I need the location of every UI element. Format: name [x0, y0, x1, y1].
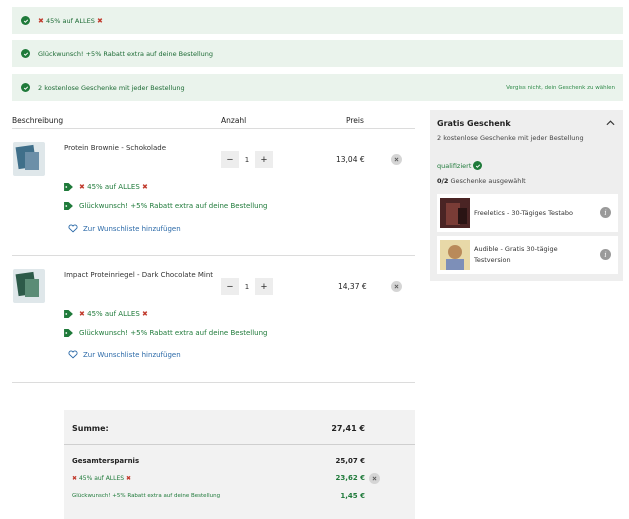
gift-icon: ✖	[142, 183, 148, 191]
savings-label: Gesamtersparnis	[72, 457, 140, 465]
promo-text: Glückwunsch! +5% Rabatt extra auf deine …	[79, 329, 268, 337]
promo-text: 45% auf ALLES	[87, 183, 140, 191]
selected-text: Geschenke ausgewählt	[450, 177, 526, 185]
check-circle-icon	[21, 16, 30, 25]
gift-option-name: Freeletics - 30-Tägiges Testabo	[474, 208, 574, 217]
gift-option-audible[interactable]: Audible - Gratis 30-tägige Testversion i	[437, 236, 618, 274]
decrease-quantity-button[interactable]: −	[221, 151, 239, 168]
gift-icon: ✖	[126, 474, 132, 482]
total-row: Summe: 27,41 €	[72, 422, 365, 434]
gift-icon: ✖	[38, 16, 44, 25]
free-gift-panel: Gratis Geschenk 2 kostenlose Geschenke m…	[430, 110, 623, 281]
discount-row: Glückwunsch! +5% Rabatt extra auf deine …	[72, 491, 365, 501]
gifts-selected-count: 0/2 Geschenke ausgewählt	[437, 177, 526, 185]
discount-label: Glückwunsch! +5% Rabatt extra auf deine …	[72, 493, 221, 499]
qualified-status: qualifiziert	[437, 161, 483, 170]
increase-quantity-button[interactable]: +	[255, 151, 273, 168]
item-price: 14,37 €	[338, 282, 367, 291]
total-value: 27,41 €	[331, 423, 365, 433]
promo-line: ✖ 45% auf ALLES ✖	[64, 183, 148, 191]
gift-icon: ✖	[79, 310, 85, 318]
discount-row: ✖ 45% auf ALLES ✖ 23,62 €	[72, 473, 365, 483]
info-icon[interactable]: i	[600, 249, 611, 260]
gift-panel-subtitle: 2 kostenlose Geschenke mit jeder Bestell…	[437, 134, 584, 142]
promo-banner-gifts: 2 kostenlose Geschenke mit jeder Bestell…	[12, 74, 623, 101]
promo-text: Glückwunsch! +5% Rabatt extra auf deine …	[79, 202, 268, 210]
total-label: Summe:	[72, 423, 109, 433]
tag-icon	[64, 310, 73, 318]
remove-item-button[interactable]	[391, 154, 402, 165]
product-name[interactable]: Protein Brownie - Schokolade	[64, 144, 166, 152]
banner-text: Glückwunsch! +5% Rabatt extra auf deine …	[38, 49, 214, 58]
product-image[interactable]	[13, 142, 45, 176]
gift-icon: ✖	[79, 183, 85, 191]
add-to-wishlist-link[interactable]: Zur Wunschliste hinzufügen	[68, 224, 181, 233]
discount-label: 45% auf ALLES	[78, 474, 125, 482]
promo-line: Glückwunsch! +5% Rabatt extra auf deine …	[64, 329, 267, 337]
gift-icon: ✖	[72, 474, 78, 482]
selected-count: 0/2	[437, 177, 449, 185]
tag-icon	[64, 202, 73, 210]
promo-line: Glückwunsch! +5% Rabatt extra auf deine …	[64, 202, 267, 210]
product-image[interactable]	[13, 269, 45, 303]
decrease-quantity-button[interactable]: −	[221, 278, 239, 295]
quantity-stepper: − 1 +	[221, 278, 273, 295]
check-circle-icon	[21, 83, 30, 92]
divider	[12, 382, 415, 383]
savings-row: Gesamtersparnis 25,07 €	[72, 456, 365, 466]
gift-option-name: Audible - Gratis 30-tägige Testversion	[474, 245, 558, 264]
check-circle-icon	[473, 161, 483, 170]
column-header-description: Beschreibung	[12, 116, 64, 125]
check-circle-icon	[21, 49, 30, 58]
discount-value: 23,62 €	[335, 474, 365, 482]
remove-discount-button[interactable]	[369, 473, 380, 484]
quantity-stepper: − 1 +	[221, 151, 273, 168]
divider	[64, 444, 415, 445]
gift-option-freeletics[interactable]: Freeletics - 30-Tägiges Testabo i	[437, 194, 618, 232]
product-name[interactable]: Impact Proteinriegel - Dark Chocolate Mi…	[64, 271, 213, 279]
discount-value: 1,45 €	[340, 492, 365, 500]
choose-gift-link[interactable]: Vergiss nicht, dein Geschenk zu wählen	[506, 85, 615, 91]
discount-label-wrap: ✖ 45% auf ALLES ✖	[72, 475, 131, 482]
chevron-up-icon[interactable]	[606, 119, 615, 126]
add-to-wishlist-link[interactable]: Zur Wunschliste hinzufügen	[68, 350, 181, 359]
gift-icon: ✖	[96, 16, 103, 25]
item-price: 13,04 €	[336, 155, 365, 164]
divider	[12, 255, 415, 256]
quantity-value[interactable]: 1	[239, 283, 255, 291]
qualified-label: qualifiziert	[437, 161, 472, 170]
tag-icon	[64, 183, 73, 191]
promo-line: ✖ 45% auf ALLES ✖	[64, 310, 148, 318]
tag-icon	[64, 329, 73, 337]
promo-banner-extra: Glückwunsch! +5% Rabatt extra auf deine …	[12, 40, 623, 67]
column-header-price: Preis	[346, 116, 364, 125]
gift-panel-title: Gratis Geschenk	[437, 119, 511, 128]
quantity-value[interactable]: 1	[239, 156, 255, 164]
promo-banner-discount: ✖ 45% auf ALLES ✖	[12, 7, 623, 34]
info-icon[interactable]: i	[600, 207, 611, 218]
banner-text: 2 kostenlose Geschenke mit jeder Bestell…	[38, 83, 185, 92]
promo-text: 45% auf ALLES	[87, 310, 140, 318]
freeletics-logo	[440, 198, 470, 228]
heart-icon	[68, 224, 78, 233]
column-header-quantity: Anzahl	[221, 116, 247, 125]
wishlist-label[interactable]: Zur Wunschliste hinzufügen	[83, 225, 181, 233]
banner-text: 45% auf ALLES	[45, 16, 95, 25]
heart-icon	[68, 350, 78, 359]
increase-quantity-button[interactable]: +	[255, 278, 273, 295]
gift-icon: ✖	[142, 310, 148, 318]
divider	[12, 128, 415, 129]
savings-value: 25,07 €	[335, 457, 365, 465]
remove-item-button[interactable]	[391, 281, 402, 292]
wishlist-label[interactable]: Zur Wunschliste hinzufügen	[83, 351, 181, 359]
order-summary: Summe: 27,41 € Gesamtersparnis 25,07 € ✖…	[64, 410, 415, 519]
audible-cover	[440, 240, 470, 270]
